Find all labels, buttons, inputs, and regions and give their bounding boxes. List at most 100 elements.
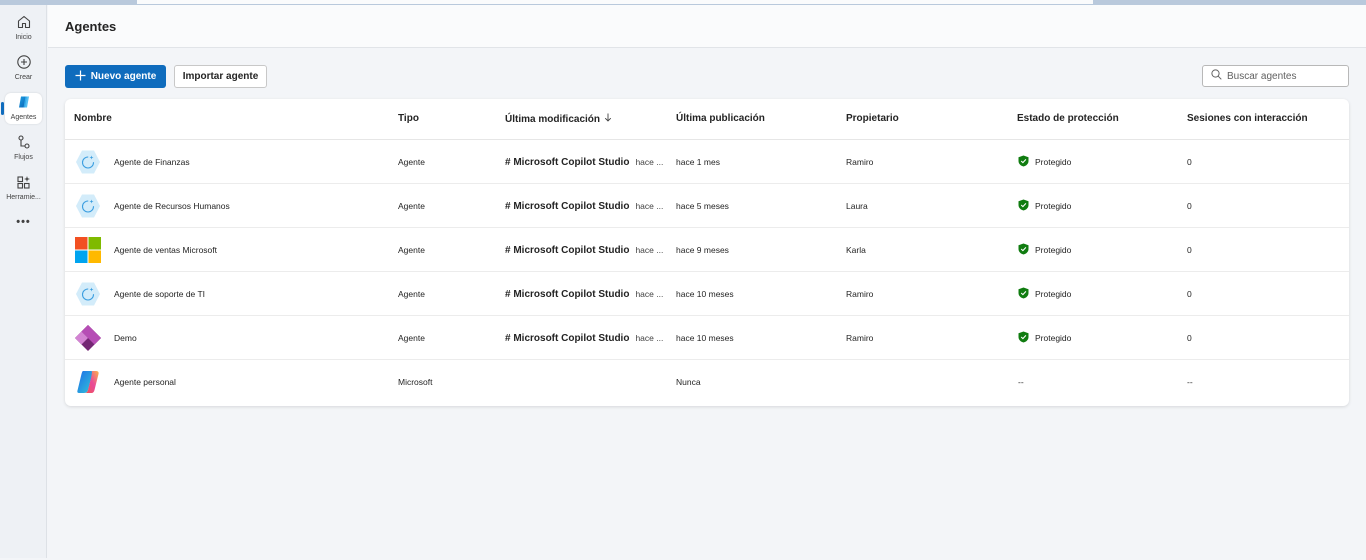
power-apps-icon: [74, 324, 102, 352]
table-row[interactable]: Agente personal Microsoft Nunca -- --: [65, 360, 1349, 404]
modified-by: # Microsoft Copilot Studio: [505, 200, 630, 212]
column-header-name[interactable]: Nombre: [74, 113, 112, 124]
agent-modified: # Microsoft Copilot Studio hace ...: [505, 272, 663, 316]
rail-item-herramientas[interactable]: Herramie...: [0, 171, 47, 201]
table-row[interactable]: Demo Agente # Microsoft Copilot Studio ha…: [65, 316, 1349, 360]
agent-modified: # Microsoft Copilot Studio hace ...: [505, 140, 663, 184]
import-agent-button[interactable]: Importar agente: [174, 65, 267, 88]
left-nav-rail: Inicio Crear Agentes Flujos Herramie... …: [0, 5, 47, 558]
protection-status: --: [1018, 377, 1024, 387]
protection-status: Protegido: [1018, 316, 1071, 360]
agent-published: hace 1 mes: [676, 157, 720, 167]
more-icon: •••: [16, 216, 31, 228]
protection-label: Protegido: [1035, 245, 1072, 255]
modified-when: hace ...: [635, 245, 664, 255]
add-circle-icon: [13, 51, 35, 73]
shield-check-icon: [1018, 331, 1029, 345]
agent-name[interactable]: Agente de ventas Microsoft: [114, 228, 217, 272]
modified-when: hace ...: [635, 333, 664, 343]
protection-status: Protegido: [1018, 272, 1071, 316]
agents-icon: [13, 91, 35, 113]
agent-modified: # Microsoft Copilot Studio hace ...: [505, 228, 663, 272]
agent-owner: Ramiro: [846, 289, 874, 299]
search-input[interactable]: [1227, 70, 1337, 82]
agent-name[interactable]: Agente de Recursos Humanos: [114, 184, 230, 228]
agents-table: Nombre Tipo Última modificación Última p…: [65, 99, 1349, 406]
shield-check-icon: [1018, 155, 1029, 169]
shield-check-icon: [1018, 243, 1029, 257]
modified-by: # Microsoft Copilot Studio: [505, 332, 630, 344]
table-row[interactable]: Agente de ventas Microsoft Agente # Micr…: [65, 228, 1349, 272]
copilot-logo-icon: [74, 368, 102, 396]
tools-icon: [13, 171, 35, 193]
modified-by: # Microsoft Copilot Studio: [505, 244, 630, 256]
column-header-sessions[interactable]: Sesiones con interacción: [1187, 113, 1308, 124]
home-icon: [13, 11, 35, 33]
table-row[interactable]: Agente de Finanzas Agente # Microsoft Co…: [65, 140, 1349, 184]
modified-by: # Microsoft Copilot Studio: [505, 156, 630, 168]
agent-type: Agente: [398, 201, 425, 211]
rail-item-inicio[interactable]: Inicio: [0, 11, 47, 41]
agent-sessions: 0: [1187, 333, 1192, 343]
plus-icon: [75, 70, 86, 84]
table-row[interactable]: Agente de soporte de TI Agente # Microso…: [65, 272, 1349, 316]
search-icon: [1211, 67, 1222, 85]
page-header: Agentes: [48, 5, 1366, 48]
protection-label: Protegido: [1035, 333, 1072, 343]
protection-label: Protegido: [1035, 201, 1072, 211]
protection-label: Protegido: [1035, 157, 1072, 167]
shield-check-icon: [1018, 199, 1029, 213]
rail-item-label: Flujos: [14, 154, 33, 161]
modified-when: hace ...: [635, 157, 664, 167]
agent-type: Agente: [398, 157, 425, 167]
agent-sessions: --: [1187, 377, 1193, 387]
agent-owner: Karla: [846, 245, 866, 255]
agent-sessions: 0: [1187, 289, 1192, 299]
flow-icon: [13, 131, 35, 153]
agent-published: hace 9 meses: [676, 245, 729, 255]
column-header-type[interactable]: Tipo: [398, 113, 419, 124]
modified-by: # Microsoft Copilot Studio: [505, 288, 630, 300]
agent-sessions: 0: [1187, 157, 1192, 167]
agent-published: Nunca: [676, 377, 701, 387]
page-title: Agentes: [65, 19, 117, 34]
modified-when: hace ...: [635, 289, 664, 299]
search-box[interactable]: [1202, 65, 1349, 87]
table-row[interactable]: Agente de Recursos Humanos Agente # Micr…: [65, 184, 1349, 228]
copilot-studio-agent-icon: [74, 192, 102, 220]
agent-name[interactable]: Agente de Finanzas: [114, 140, 190, 184]
agent-published: hace 5 meses: [676, 201, 729, 211]
table-header: Nombre Tipo Última modificación Última p…: [65, 99, 1349, 140]
column-header-owner[interactable]: Propietario: [846, 113, 899, 124]
new-agent-label: Nuevo agente: [90, 71, 157, 82]
rail-item-agentes[interactable]: Agentes: [0, 91, 47, 121]
agent-sessions: 0: [1187, 245, 1192, 255]
agent-published: hace 10 meses: [676, 289, 734, 299]
agent-modified: # Microsoft Copilot Studio hace ...: [505, 184, 663, 228]
agent-type: Microsoft: [398, 377, 433, 387]
column-header-published[interactable]: Última publicación: [676, 113, 765, 124]
rail-item-crear[interactable]: Crear: [0, 51, 47, 81]
rail-item-label: Crear: [14, 74, 33, 81]
copilot-studio-agent-icon: [74, 280, 102, 308]
protection-status: Protegido: [1018, 184, 1071, 228]
rail-item-label: Herramie...: [6, 194, 41, 201]
rail-item-flujos[interactable]: Flujos: [0, 131, 47, 161]
copilot-studio-agent-icon: [74, 148, 102, 176]
modified-when: hace ...: [635, 201, 664, 211]
rail-item-more[interactable]: •••: [0, 215, 47, 228]
agent-owner: Laura: [846, 201, 868, 211]
agent-sessions: 0: [1187, 201, 1192, 211]
sort-arrow-down-icon: [604, 113, 612, 125]
agent-type: Agente: [398, 245, 425, 255]
agent-owner: Ramiro: [846, 333, 874, 343]
protection-label: Protegido: [1035, 289, 1072, 299]
rail-item-label: Inicio: [15, 34, 32, 41]
agent-name[interactable]: Demo: [114, 316, 137, 360]
column-header-modified[interactable]: Última modificación: [505, 113, 612, 125]
new-agent-button[interactable]: Nuevo agente: [65, 65, 166, 88]
agent-type: Agente: [398, 289, 425, 299]
agent-name[interactable]: Agente de soporte de TI: [114, 272, 205, 316]
column-header-protection[interactable]: Estado de protección: [1017, 113, 1119, 124]
agent-name[interactable]: Agente personal: [114, 360, 176, 404]
